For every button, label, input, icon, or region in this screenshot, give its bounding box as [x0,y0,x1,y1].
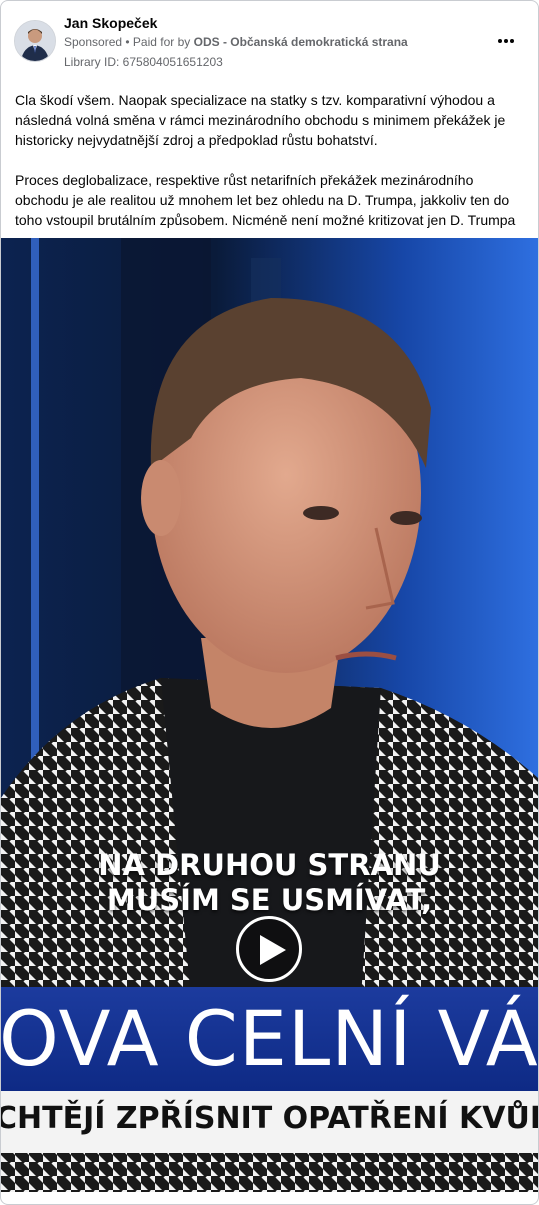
more-options-icon[interactable] [492,27,520,55]
ticker-text: CHTĚJÍ ZPŘÍSNIT OPATŘENÍ KVŮLI SLINTAVCE [1,1101,538,1136]
post-text: Cla škodí všem. Naopak specializace na s… [15,90,525,230]
caption-line-2: MUSÍM SE USMÍVAT, [106,883,433,917]
library-id: Library ID: 675804051651203 [64,55,223,69]
post-paragraph-2: Proces deglobalizace, respektive růst ne… [15,172,516,228]
banner-text: OVA CELNÍ VÁL [1,994,538,1083]
avatar[interactable] [14,20,56,62]
payer-name[interactable]: ODS - Občanská demokratická strana [194,35,408,49]
video-caption: NA DRUHOU STRANU MUSÍM SE USMÍVAT, [1,848,538,918]
sponsored-line: Sponsored • Paid for by ODS - Občanská d… [64,35,408,49]
paid-prefix: • Paid for by [122,35,194,49]
news-ticker: CHTĚJÍ ZPŘÍSNIT OPATŘENÍ KVŮLI SLINTAVCE [1,1091,538,1153]
sponsored-label: Sponsored [64,35,123,49]
caption-line-1: NA DRUHOU STRANU [98,848,441,882]
post-header: Jan Skopeček Sponsored • Paid for by ODS… [1,1,538,81]
post-paragraph-1: Cla škodí všem. Naopak specializace na s… [15,92,506,148]
author-name[interactable]: Jan Skopeček [64,15,157,31]
video-player[interactable]: NA DRUHOU STRANU MUSÍM SE USMÍVAT, OVA C… [1,238,538,1192]
ad-card: Jan Skopeček Sponsored • Paid for by ODS… [0,0,539,1205]
news-banner: OVA CELNÍ VÁL [1,987,538,1091]
play-icon[interactable] [236,916,302,982]
